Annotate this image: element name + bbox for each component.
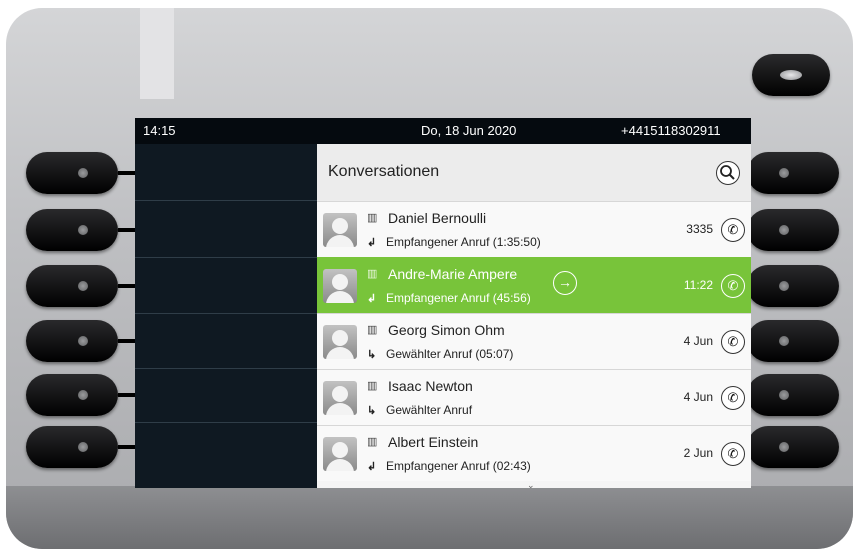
incoming-call-icon: ↲: [367, 461, 377, 473]
building-icon: ▥: [367, 268, 378, 280]
phone-icon: ✆: [727, 278, 739, 293]
avatar: [323, 213, 357, 247]
search-icon: [720, 165, 735, 180]
divider: [135, 313, 317, 314]
incoming-call-icon: ↲: [367, 237, 377, 249]
left-softkey-1[interactable]: [26, 152, 118, 194]
call-time: 4 Jun: [683, 334, 713, 348]
outgoing-call-icon: ↳: [367, 349, 377, 361]
contact-name: Daniel Bernoulli: [388, 210, 487, 226]
details-arrow-button[interactable]: →: [553, 271, 577, 295]
call-button[interactable]: ✆: [721, 442, 745, 466]
call-time: 3335: [686, 222, 713, 236]
key-stem: [118, 339, 136, 343]
divider: [135, 422, 317, 423]
phone-icon: ✆: [727, 222, 739, 237]
search-button[interactable]: [716, 161, 740, 185]
key-dot-icon: [78, 168, 88, 178]
phone-screen: 14:15 Do, 18 Jun 2020 +4415118302911 Kon…: [135, 118, 751, 488]
key-led-icon: [780, 70, 802, 80]
incoming-call-icon: ↲: [367, 293, 377, 305]
key-dot-icon: [779, 225, 789, 235]
left-softkey-5[interactable]: [26, 374, 118, 416]
status-date: Do, 18 Jun 2020: [421, 123, 517, 138]
phone-label-tab: [140, 8, 174, 99]
conversations-panel: Konversationen ▥ Daniel Bernoulli ↲ Empf…: [317, 144, 751, 488]
scroll-down-chevron-icon[interactable]: ⌄: [527, 480, 535, 488]
left-softkey-2[interactable]: [26, 209, 118, 251]
divider: [135, 368, 317, 369]
call-detail: Gewählter Anruf: [386, 403, 473, 417]
avatar: [323, 437, 357, 471]
key-dot-icon: [78, 390, 88, 400]
avatar: [323, 269, 357, 303]
call-detail: Gewählter Anruf (05:07): [386, 347, 514, 361]
right-softkey-2[interactable]: [747, 209, 839, 251]
call-time: 11:22: [683, 278, 713, 292]
key-stem: [118, 171, 136, 175]
contact-name: Isaac Newton: [388, 378, 473, 394]
building-icon: ▥: [367, 436, 378, 448]
status-time: 14:15: [143, 123, 176, 138]
contact-name: Albert Einstein: [388, 434, 479, 450]
building-icon: ▥: [367, 324, 378, 336]
status-phone-number: +4415118302911: [621, 123, 721, 138]
top-right-key[interactable]: [752, 54, 830, 96]
avatar: [323, 325, 357, 359]
call-detail: Empfangener Anruf (45:56): [386, 291, 531, 305]
key-dot-icon: [779, 390, 789, 400]
contact-name: Georg Simon Ohm: [388, 322, 505, 338]
key-dot-icon: [779, 281, 789, 291]
right-softkey-4[interactable]: [747, 320, 839, 362]
phone-icon: ✆: [727, 446, 739, 461]
key-dot-icon: [78, 442, 88, 452]
conversation-row[interactable]: ▥ Isaac Newton ↳ Gewählter Anruf 4 Jun ✆: [317, 369, 751, 425]
divider: [135, 257, 317, 258]
right-softkey-6[interactable]: [747, 426, 839, 468]
left-softkey-3[interactable]: [26, 265, 118, 307]
status-bar: 14:15 Do, 18 Jun 2020 +4415118302911: [135, 118, 751, 144]
key-dot-icon: [779, 442, 789, 452]
conversation-row-selected[interactable]: ▥ Andre-Marie Ampere ↲ Empfangener Anruf…: [317, 257, 751, 313]
key-stem: [118, 228, 136, 232]
outgoing-call-icon: ↳: [367, 405, 377, 417]
call-button[interactable]: ✆: [721, 386, 745, 410]
arrow-right-icon: →: [558, 274, 572, 290]
right-softkey-5[interactable]: [747, 374, 839, 416]
right-softkey-3[interactable]: [747, 265, 839, 307]
key-dot-icon: [78, 336, 88, 346]
conversation-row[interactable]: ▥ Georg Simon Ohm ↳ Gewählter Anruf (05:…: [317, 313, 751, 369]
key-dot-icon: [779, 168, 789, 178]
building-icon: ▥: [367, 212, 378, 224]
call-detail: Empfangener Anruf (1:35:50): [386, 235, 541, 249]
avatar: [323, 381, 357, 415]
phone-icon: ✆: [727, 334, 739, 349]
key-stem: [118, 393, 136, 397]
left-softkey-labels: [135, 144, 317, 488]
call-detail: Empfangener Anruf (02:43): [386, 459, 531, 473]
conversation-row[interactable]: ▥ Daniel Bernoulli ↲ Empfangener Anruf (…: [317, 201, 751, 257]
key-dot-icon: [78, 225, 88, 235]
divider: [135, 200, 317, 201]
left-softkey-4[interactable]: [26, 320, 118, 362]
page-title: Konversationen: [328, 163, 440, 180]
call-time: 2 Jun: [683, 446, 713, 460]
call-button[interactable]: ✆: [721, 218, 745, 242]
panel-header: Konversationen: [317, 144, 751, 201]
key-stem: [118, 445, 136, 449]
phone-bezel-bottom: [6, 486, 853, 549]
key-dot-icon: [779, 336, 789, 346]
call-button[interactable]: ✆: [721, 274, 745, 298]
left-softkey-6[interactable]: [26, 426, 118, 468]
contact-name: Andre-Marie Ampere: [388, 266, 518, 282]
call-time: 4 Jun: [683, 390, 713, 404]
key-dot-icon: [78, 281, 88, 291]
conversation-row[interactable]: ▥ Albert Einstein ↲ Empfangener Anruf (0…: [317, 425, 751, 481]
phone-icon: ✆: [727, 390, 739, 405]
right-softkey-1[interactable]: [747, 152, 839, 194]
key-stem: [118, 284, 136, 288]
call-button[interactable]: ✆: [721, 330, 745, 354]
building-icon: ▥: [367, 380, 378, 392]
